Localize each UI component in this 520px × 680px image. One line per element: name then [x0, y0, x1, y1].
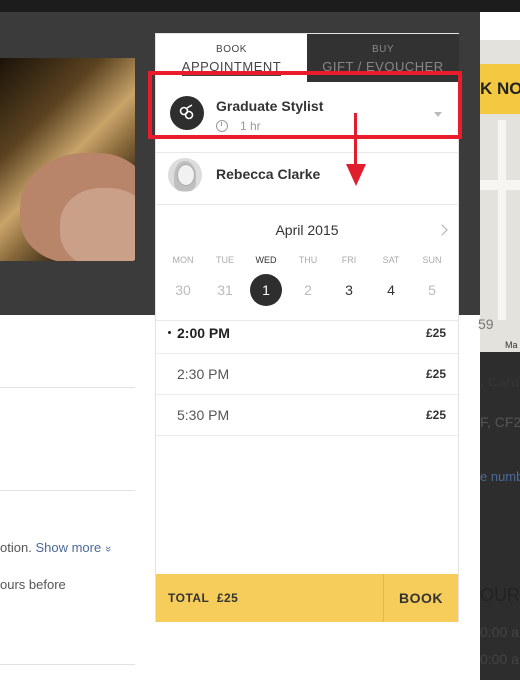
divider: [0, 664, 135, 665]
cancellation-text: ours before: [0, 577, 66, 592]
double-chevron-down-icon: »: [101, 545, 114, 553]
arrow-down-icon: [346, 164, 366, 186]
opening-hours-row: 0:00 a: [480, 651, 519, 667]
tab-small-label: BOOK: [216, 44, 247, 55]
calendar-day[interactable]: 3: [333, 274, 365, 306]
weekday-label: SUN: [422, 255, 442, 265]
slot-time: 2:30 PM: [177, 366, 230, 382]
calendar-month: April 2015: [275, 222, 339, 238]
description-fragment: otion.: [0, 540, 32, 555]
slot-price: £25: [425, 408, 446, 422]
avatar: [168, 158, 202, 192]
map-attribution: Ma: [505, 340, 518, 350]
weekday-label: SAT: [382, 255, 400, 265]
book-now-button[interactable]: K NO: [480, 64, 520, 114]
total-price: TOTAL £25: [168, 591, 239, 605]
arrow-annotation-line: [354, 113, 357, 171]
map-number: 59: [478, 316, 494, 332]
address-line-1: , Cardi: [480, 374, 520, 390]
phone-number-link[interactable]: e numb: [480, 469, 520, 484]
map-road: [498, 120, 506, 320]
calendar-day: 5: [428, 282, 436, 298]
hero-image: [0, 58, 135, 261]
weekday-label: WED: [255, 255, 277, 265]
tab-small-label: BUY: [371, 44, 395, 55]
calendar-day: 31: [217, 282, 233, 298]
calendar-day: 30: [175, 282, 191, 298]
opening-hours-row: 0:00 a: [480, 624, 519, 640]
weekday-label: TUE: [216, 255, 234, 265]
time-slot[interactable]: 2:00 PM £25: [156, 312, 458, 354]
top-bar: [0, 0, 520, 12]
calendar-day-selected[interactable]: 1: [250, 274, 282, 306]
highlight-annotation-box: [148, 71, 462, 139]
slot-price: £25: [425, 367, 446, 381]
stylist-select[interactable]: Rebecca Clarke: [156, 152, 458, 205]
booking-footer: TOTAL £25 BOOK: [156, 574, 458, 622]
avatar-face: [177, 164, 195, 186]
description-text: otion. Show more »: [0, 540, 114, 555]
divider: [0, 387, 135, 388]
slot-time: 2:00 PM: [177, 325, 230, 341]
book-button[interactable]: BOOK: [384, 574, 458, 622]
opening-hours-title: OUR: [480, 585, 520, 605]
slot-time: 5:30 PM: [177, 407, 230, 423]
show-more-label: Show more: [35, 540, 102, 555]
calendar-day: 2: [304, 282, 312, 298]
selected-dot-icon: [168, 331, 171, 334]
hero-hand-shape-2: [60, 188, 135, 261]
time-slot[interactable]: 2:30 PM £25: [156, 353, 458, 395]
weekday-label: THU: [298, 255, 318, 265]
show-more-link[interactable]: Show more »: [35, 540, 114, 555]
divider: [0, 490, 135, 491]
calendar-day[interactable]: 4: [375, 274, 407, 306]
slot-price: £25: [425, 326, 446, 340]
weekday-label: MON: [172, 255, 194, 265]
weekday-label: FRI: [341, 255, 357, 265]
time-slot[interactable]: 5:30 PM £25: [156, 394, 458, 436]
stylist-name: Rebecca Clarke: [216, 166, 321, 182]
address-line-2: F, CF24: [480, 414, 520, 430]
